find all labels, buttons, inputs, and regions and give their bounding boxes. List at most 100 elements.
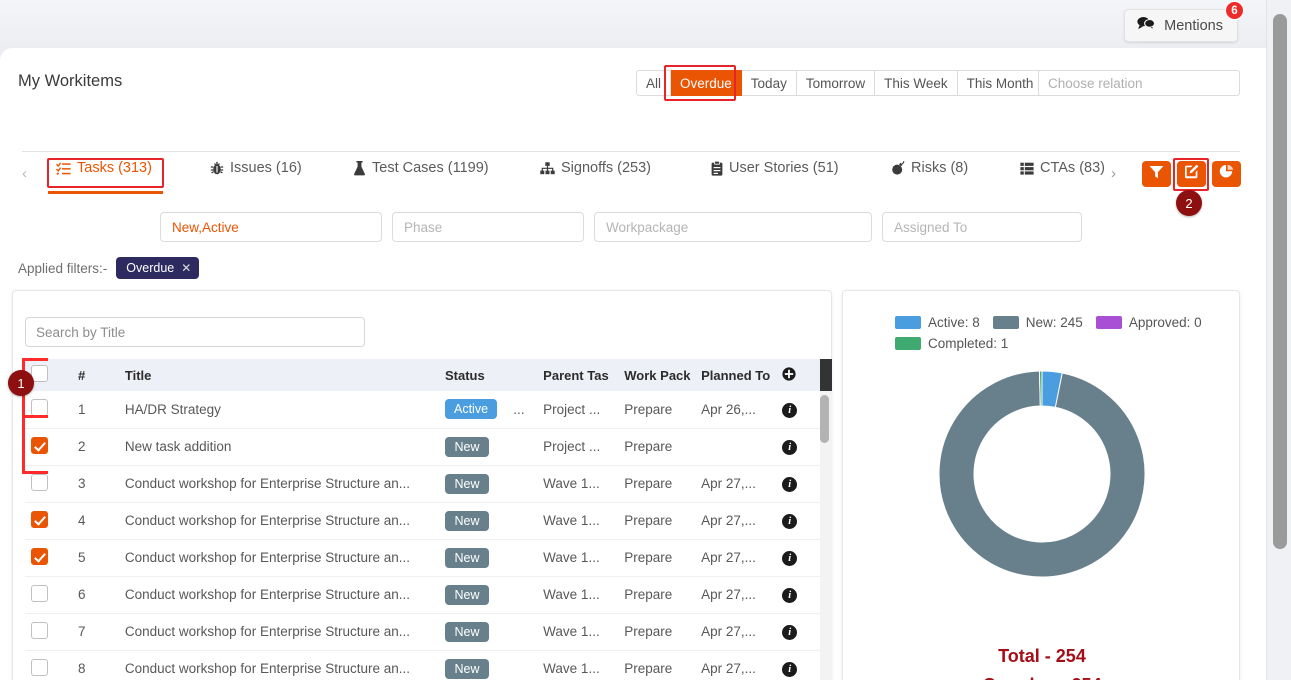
row-status-overflow — [507, 502, 538, 540]
row-title[interactable]: Conduct workshop for Enterprise Structur… — [118, 539, 439, 577]
daterange-this-month[interactable]: This Month — [957, 70, 1044, 96]
legend-item-new[interactable]: New: 245 — [992, 315, 1083, 330]
col-add-column[interactable] — [776, 359, 820, 391]
page-scrollbar-thumb[interactable] — [1273, 14, 1287, 549]
status-filter-input[interactable] — [160, 212, 382, 242]
row-title[interactable]: Conduct workshop for Enterprise Structur… — [118, 502, 439, 540]
date-range-filter: All Overdue Today Tomorrow This Week Thi… — [636, 70, 1044, 96]
donut-slice-completed[interactable] — [1038, 370, 1043, 407]
table-row[interactable]: 2 New task addition New Project ... Prep… — [25, 428, 820, 466]
tabs-scroll-right[interactable]: › — [1111, 165, 1116, 182]
tab-user-stories[interactable]: User Stories (51) — [711, 160, 839, 176]
table-row[interactable]: 1 HA/DR Strategy Active ... Project ... … — [25, 391, 820, 429]
workpackage-filter-input[interactable] — [594, 212, 872, 242]
applied-filter-chip-overdue[interactable]: Overdue ✕ — [116, 257, 200, 279]
info-icon[interactable]: i — [782, 625, 798, 640]
phase-filter-input[interactable] — [392, 212, 584, 242]
row-planned-to: Apr 27,... — [695, 613, 777, 651]
table-row[interactable]: 5 Conduct workshop for Enterprise Struct… — [25, 539, 820, 577]
row-title[interactable]: Conduct workshop for Enterprise Structur… — [118, 465, 439, 503]
row-parent-task: Wave 1... — [537, 502, 619, 540]
info-icon[interactable]: i — [782, 662, 798, 677]
row-title[interactable]: Conduct workshop for Enterprise Structur… — [118, 613, 439, 651]
info-icon[interactable]: i — [782, 551, 798, 566]
info-icon[interactable]: i — [782, 402, 798, 418]
tabs-scroll-left[interactable]: ‹ — [22, 165, 27, 182]
row-status: New — [439, 539, 508, 577]
col-parent-task[interactable]: Parent Tas — [537, 359, 619, 391]
col-status[interactable]: Status — [439, 359, 538, 391]
row-checkbox[interactable] — [31, 658, 48, 676]
applied-filters: Applied filters:- Overdue ✕ — [18, 257, 200, 279]
chart-legend: Active: 8 New: 245 Approved: 0 Completed… — [895, 315, 1215, 351]
tab-tasks-label: Tasks (313) — [77, 160, 152, 176]
row-title[interactable]: Conduct workshop for Enterprise Structur… — [118, 650, 439, 680]
tab-tasks[interactable]: Tasks (313) — [56, 160, 152, 176]
col-title[interactable]: Title — [118, 359, 439, 391]
row-parent-task: Project ... — [537, 428, 619, 466]
row-title[interactable]: Conduct workshop for Enterprise Structur… — [118, 576, 439, 614]
info-icon[interactable]: i — [782, 440, 798, 455]
row-checkbox[interactable] — [31, 473, 48, 491]
tab-ctas[interactable]: CTAs (83) — [1020, 160, 1105, 176]
legend-item-completed[interactable]: Completed: 1 — [895, 336, 1008, 351]
row-planned-to: Apr 27,... — [695, 465, 777, 503]
row-status: New — [439, 428, 508, 466]
row-select-cell — [25, 502, 72, 540]
row-select-cell — [25, 613, 72, 651]
daterange-all[interactable]: All — [636, 70, 672, 96]
row-planned-to: Apr 27,... — [695, 650, 777, 680]
row-checkbox[interactable] — [31, 584, 48, 602]
table-row[interactable]: 6 Conduct workshop for Enterprise Struct… — [25, 576, 820, 614]
col-work-package[interactable]: Work Pack — [618, 359, 696, 391]
daterange-tomorrow[interactable]: Tomorrow — [796, 70, 876, 96]
row-title[interactable]: New task addition — [118, 428, 439, 466]
row-planned-to: Apr 27,... — [695, 502, 777, 540]
daterange-this-week[interactable]: This Week — [875, 70, 958, 96]
tab-test-cases[interactable]: Test Cases (1199) — [353, 160, 489, 176]
row-checkbox[interactable] — [31, 547, 48, 565]
edit-button[interactable] — [1177, 161, 1206, 187]
row-info-cell: i — [776, 428, 820, 466]
info-icon[interactable]: i — [782, 588, 798, 603]
info-icon[interactable]: i — [782, 514, 798, 529]
search-input[interactable] — [25, 317, 365, 347]
status-badge: New — [445, 510, 489, 531]
table-row[interactable]: 4 Conduct workshop for Enterprise Struct… — [25, 502, 820, 540]
legend-item-approved[interactable]: Approved: 0 — [1095, 315, 1202, 330]
clipboard-icon — [711, 160, 723, 176]
table-row[interactable]: 7 Conduct workshop for Enterprise Struct… — [25, 613, 820, 651]
chart-button[interactable] — [1212, 161, 1241, 187]
info-icon[interactable]: i — [782, 477, 798, 492]
row-title[interactable]: HA/DR Strategy — [118, 391, 439, 429]
row-work-package: Prepare — [618, 539, 696, 577]
tab-risks[interactable]: Risks (8) — [891, 160, 968, 176]
row-checkbox[interactable] — [31, 399, 48, 417]
daterange-overdue[interactable]: Overdue — [671, 70, 742, 96]
col-planned-to[interactable]: Planned To — [695, 359, 777, 391]
status-badge: New — [445, 584, 489, 605]
plus-circle-icon[interactable] — [782, 366, 796, 384]
legend-item-active[interactable]: Active: 8 — [895, 315, 980, 330]
row-info-cell: i — [776, 613, 820, 651]
daterange-today[interactable]: Today — [741, 70, 797, 96]
row-status: New — [439, 650, 508, 680]
table-row[interactable]: 3 Conduct workshop for Enterprise Struct… — [25, 465, 820, 503]
row-info-cell: i — [776, 502, 820, 540]
filter-button[interactable] — [1142, 161, 1171, 187]
row-checkbox[interactable] — [31, 621, 48, 639]
choose-relation-input[interactable] — [1038, 70, 1240, 96]
tab-signoffs[interactable]: Signoffs (253) — [540, 160, 651, 176]
close-x-icon[interactable]: ✕ — [181, 261, 191, 275]
row-checkbox[interactable] — [31, 510, 48, 528]
col-number[interactable]: # — [71, 359, 119, 391]
row-checkbox[interactable] — [31, 436, 48, 454]
row-work-package: Prepare — [618, 428, 696, 466]
table-scrollbar-thumb[interactable] — [820, 395, 829, 443]
table-row[interactable]: 8 Conduct workshop for Enterprise Struct… — [25, 650, 820, 680]
top-bar: Mentions 6 — [0, 0, 1266, 48]
assigned-to-filter-input[interactable] — [882, 212, 1082, 242]
mentions-button[interactable]: Mentions — [1124, 9, 1238, 42]
tab-issues[interactable]: Issues (16) — [210, 160, 302, 176]
row-planned-to — [695, 428, 777, 466]
